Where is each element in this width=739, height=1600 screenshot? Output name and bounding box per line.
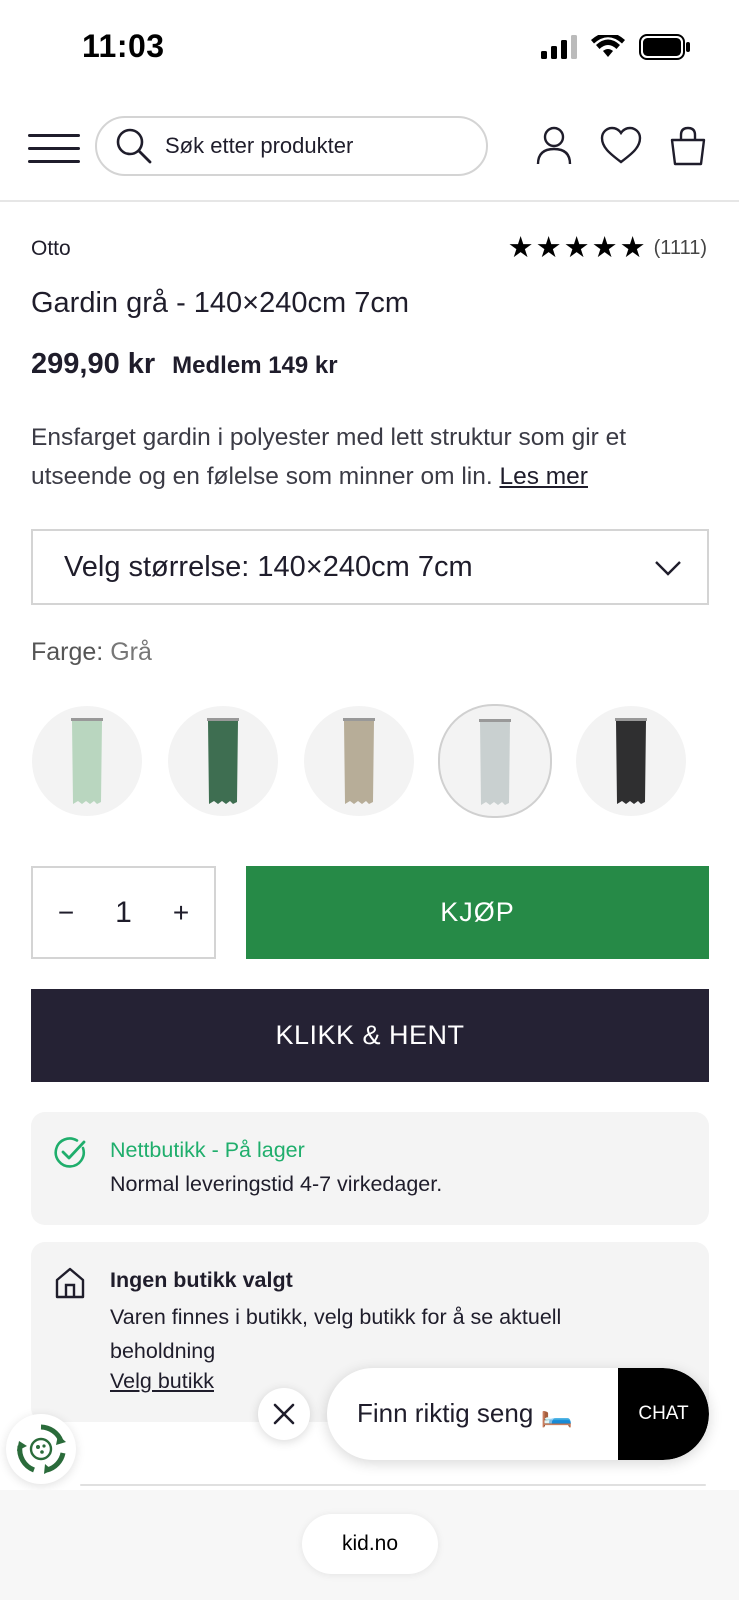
- curtain-image: [71, 718, 103, 804]
- status-bar: 11:03: [0, 0, 739, 100]
- color-swatch-light-green[interactable]: [32, 706, 142, 816]
- promo-text: Finn riktig seng 🛏️: [357, 1398, 573, 1428]
- size-select[interactable]: Velg størrelse: 140×240cm 7cm: [31, 529, 709, 605]
- member-price: Medlem 149 kr: [172, 352, 338, 379]
- rating-count: (1111): [653, 236, 707, 259]
- product-brand[interactable]: Otto: [31, 237, 71, 261]
- curtain-image: [207, 718, 239, 804]
- color-label-value: Grå: [110, 638, 152, 666]
- color-swatch-black[interactable]: [576, 706, 686, 816]
- star-icon: ★: [591, 232, 618, 264]
- account-icon[interactable]: [532, 124, 576, 168]
- product-description: Ensfarget gardin i polyester med lett st…: [31, 418, 721, 496]
- curtain-image: [343, 718, 375, 804]
- color-swatch-beige[interactable]: [304, 706, 414, 816]
- color-swatch-dark-green[interactable]: [168, 706, 278, 816]
- product-price: 299,90 kr: [31, 348, 156, 380]
- wishlist-heart-icon[interactable]: [599, 124, 643, 168]
- choose-store-link[interactable]: Velg butikk: [110, 1369, 214, 1394]
- star-icon: ★: [535, 232, 562, 264]
- online-stock-status: Nettbutikk - På lager: [110, 1138, 305, 1162]
- search-input[interactable]: [165, 133, 465, 159]
- delivery-time-text: Normal leveringstid 4-7 virkedager.: [110, 1172, 443, 1196]
- wifi-icon: [591, 35, 625, 57]
- eco-recycle-badge[interactable]: [6, 1414, 76, 1484]
- decrease-quantity-button[interactable]: −: [51, 897, 81, 929]
- read-more-link[interactable]: Les mer: [499, 463, 588, 490]
- bed-finder-promo[interactable]: Finn riktig seng 🛏️ CHAT: [327, 1368, 709, 1460]
- search-icon: [116, 128, 152, 164]
- chat-button[interactable]: CHAT: [618, 1368, 709, 1460]
- content-divider: [80, 1484, 706, 1486]
- product-rating[interactable]: ★ ★ ★ ★ ★ (1111): [507, 232, 707, 264]
- status-icons: [541, 34, 691, 60]
- battery-icon: [639, 34, 690, 60]
- check-circle-icon: [54, 1137, 86, 1168]
- star-icon: ★: [507, 232, 534, 264]
- shopping-bag-icon[interactable]: [666, 124, 710, 168]
- close-icon: [273, 1403, 295, 1425]
- star-icon: ★: [563, 232, 590, 264]
- store-status-text: Varen finnes i butikk, velg butikk for å…: [110, 1305, 562, 1363]
- quantity-stepper: − 1 +: [31, 866, 216, 959]
- hamburger-menu-icon[interactable]: [28, 128, 80, 168]
- store-status-title: Ingen butikk valgt: [110, 1268, 293, 1292]
- click-and-collect-button[interactable]: KLIKK & HENT: [31, 989, 709, 1082]
- curtain-image: [479, 719, 511, 805]
- star-icon: ★: [619, 232, 646, 264]
- product-title: Gardin grå - 140×240cm 7cm: [31, 287, 409, 319]
- recycle-icon: [17, 1424, 66, 1474]
- chevron-down-icon: [655, 561, 681, 576]
- color-label: Farge: Grå: [31, 638, 152, 667]
- size-select-value: Velg størrelse: 140×240cm 7cm: [64, 550, 473, 583]
- site-header: [0, 104, 739, 202]
- search-bar[interactable]: [95, 116, 488, 176]
- color-swatches: [32, 704, 718, 818]
- color-swatch-grey[interactable]: [438, 704, 552, 818]
- color-label-key: Farge:: [31, 638, 104, 666]
- status-time: 11:03: [82, 28, 165, 64]
- price-row: 299,90 kr Medlem 149 kr: [31, 348, 338, 381]
- quantity-value[interactable]: 1: [115, 896, 132, 930]
- close-promo-button[interactable]: [258, 1388, 310, 1440]
- online-stock-card: Nettbutikk - På lager Normal leveringsti…: [31, 1112, 709, 1225]
- curtain-image: [615, 718, 647, 804]
- buy-button[interactable]: KJØP: [246, 866, 709, 959]
- browser-url-pill[interactable]: kid.no: [302, 1514, 438, 1574]
- store-home-icon: [55, 1267, 85, 1299]
- increase-quantity-button[interactable]: +: [166, 897, 196, 929]
- cellular-signal-icon: [541, 35, 577, 59]
